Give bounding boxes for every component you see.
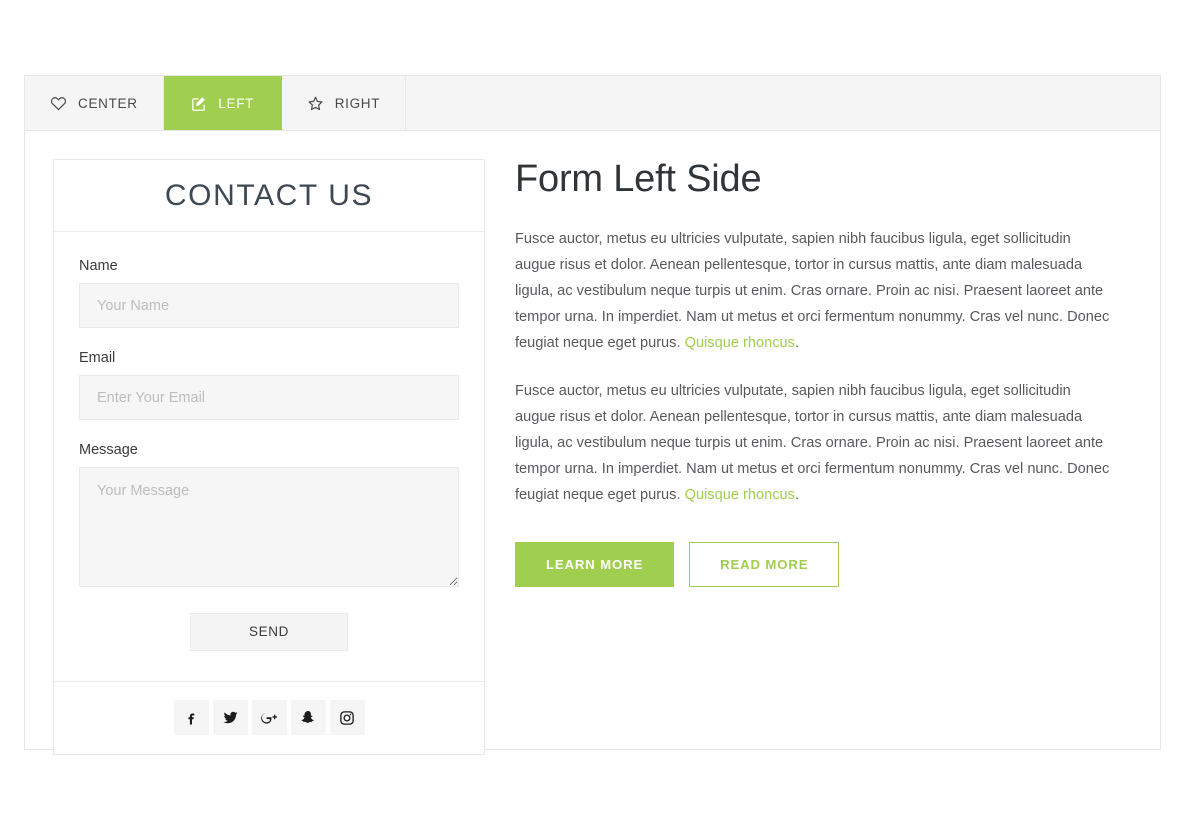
tab-left[interactable]: LEFT <box>163 76 282 130</box>
email-input[interactable] <box>79 375 459 420</box>
facebook-icon[interactable] <box>173 700 209 735</box>
contact-form-title: CONTACT US <box>164 179 374 212</box>
label-email: Email <box>79 350 116 366</box>
message-textarea[interactable] <box>79 467 459 587</box>
tab-right[interactable]: RIGHT <box>281 76 407 130</box>
content-area: CONTACT US Name Email Message <box>25 131 1160 755</box>
tab-bar: CENTER LEFT RIGHT <box>25 76 1160 131</box>
contact-form-card: CONTACT US Name Email Message <box>53 159 485 755</box>
read-more-button[interactable]: READ MORE <box>689 542 840 588</box>
social-links-bar <box>54 681 484 754</box>
heart-icon <box>50 95 67 112</box>
google-plus-icon[interactable] <box>251 700 287 735</box>
send-row: SEND <box>79 613 459 651</box>
contact-form-header: CONTACT US <box>54 160 484 232</box>
quisque-rhoncus-link-2[interactable]: Quisque rhoncus <box>685 487 795 503</box>
edit-pencil-icon <box>190 95 207 112</box>
paragraph-2-text: Fusce auctor, metus eu ultricies vulputa… <box>515 382 1110 503</box>
send-button[interactable]: SEND <box>190 613 348 651</box>
tab-left-label: LEFT <box>218 95 255 111</box>
quisque-rhoncus-link-1[interactable]: Quisque rhoncus <box>685 335 795 351</box>
paragraph-2: Fusce auctor, metus eu ultricies vulputa… <box>515 379 1115 509</box>
content-panel: CENTER LEFT RIGHT CONTACT US Name Your N… <box>24 75 1161 755</box>
star-icon <box>307 95 324 112</box>
tab-center[interactable]: CENTER <box>25 76 164 130</box>
snapchat-icon[interactable] <box>290 700 326 735</box>
page-title: Form Left Side <box>515 158 762 200</box>
paragraph-1: Fusce auctor, metus eu ultricies vulputa… <box>515 227 1115 357</box>
label-name: Name <box>79 258 118 274</box>
twitter-icon[interactable] <box>212 700 248 735</box>
contact-form-body: Name Email Message SEND <box>54 232 484 681</box>
field-name: Name <box>79 258 459 328</box>
main-text-column: Form Left Side Fusce auctor, metus eu ul… <box>485 158 1136 588</box>
page-root: CENTER LEFT RIGHT CONTACT US Name Your N… <box>0 0 1185 834</box>
tab-right-label: RIGHT <box>334 95 381 111</box>
tab-center-label: CENTER <box>78 95 138 111</box>
instagram-icon[interactable] <box>329 700 365 735</box>
field-message: Message <box>79 442 459 587</box>
field-email: Email <box>79 350 459 420</box>
tab-bar-filler <box>406 76 1160 130</box>
name-input[interactable] <box>79 283 459 328</box>
paragraph-1-suffix: . <box>794 334 799 351</box>
label-message: Message <box>79 442 138 458</box>
paragraph-1-text: Fusce auctor, metus eu ultricies vulputa… <box>515 230 1110 351</box>
cta-button-row: LEARN MORE READ MORE <box>515 542 1136 588</box>
learn-more-button[interactable]: LEARN MORE <box>515 542 675 588</box>
paragraph-2-suffix: . <box>794 486 799 503</box>
